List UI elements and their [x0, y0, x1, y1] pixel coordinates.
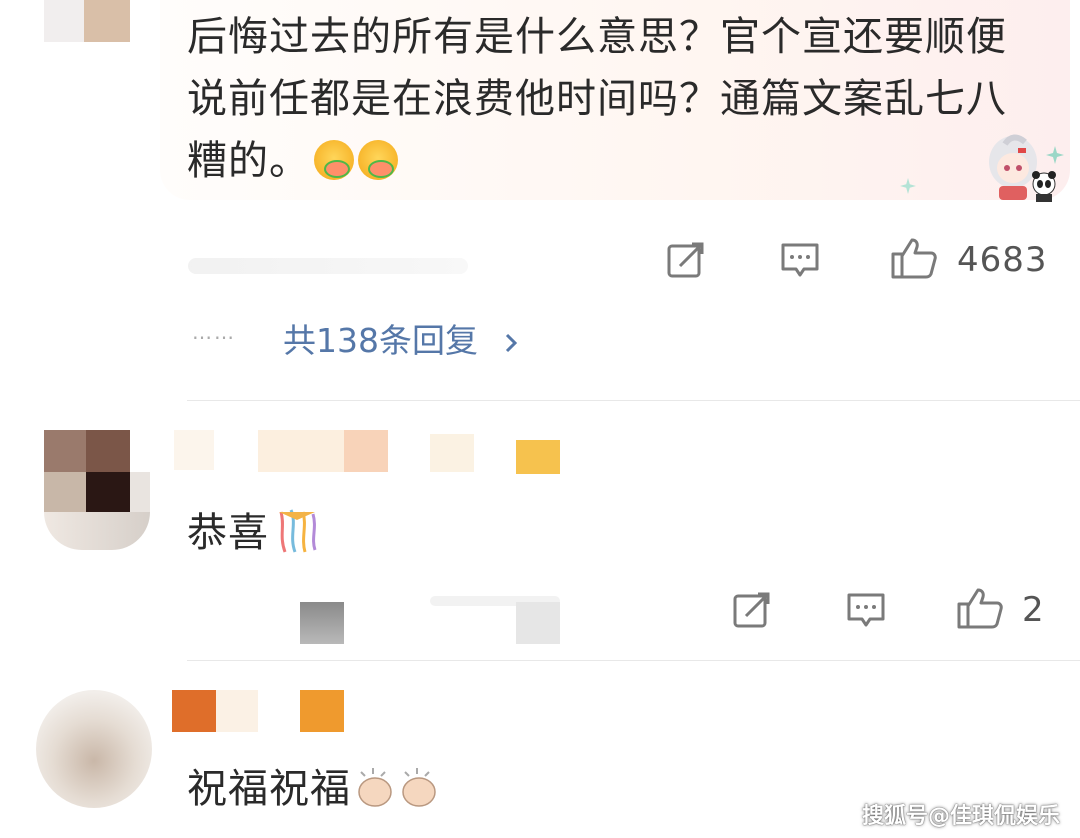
comment-icon[interactable]: [846, 590, 886, 630]
panda-sticker-icon: [1032, 171, 1056, 202]
yummy-face-icon: [314, 140, 354, 180]
replies-dots: ……: [192, 320, 236, 344]
avatar-fragment: [84, 0, 130, 42]
like-count: 2: [1022, 590, 1045, 630]
meta-blurred: [300, 602, 344, 644]
chevron-right-icon: [505, 333, 517, 353]
replies-label: 共138条回复: [283, 321, 478, 360]
thumbs-up-icon[interactable]: [890, 236, 938, 280]
view-replies-link[interactable]: 共138条回复: [283, 314, 519, 362]
timestamp-blurred: [188, 258, 468, 274]
share-icon[interactable]: [732, 590, 772, 630]
share-icon[interactable]: [666, 240, 706, 280]
comment-text: 祝福祝福: [187, 756, 445, 814]
party-popper-icon: [279, 509, 317, 553]
avatar-fragment: [44, 0, 84, 42]
divider: [187, 400, 1080, 401]
watermark: 搜狐号@佳琪侃娱乐: [862, 804, 1061, 829]
thumbs-up-icon[interactable]: [956, 586, 1004, 630]
sparkle-icon: [1046, 146, 1064, 164]
comment-text: 后悔过去的所有是什么意思？官个宣还要顺便说前任都是在浪费他时间吗？通篇文案乱七八…: [187, 14, 1007, 184]
divider: [187, 660, 1080, 661]
meta-blurred: [516, 602, 560, 644]
sparkle-icon: [900, 178, 916, 194]
comment-icon[interactable]: [780, 240, 820, 280]
comment-text: 恭喜: [187, 500, 321, 558]
like-count: 4683: [957, 240, 1048, 280]
yummy-face-icon: [358, 140, 398, 180]
clapping-hands-icon: [358, 768, 436, 807]
